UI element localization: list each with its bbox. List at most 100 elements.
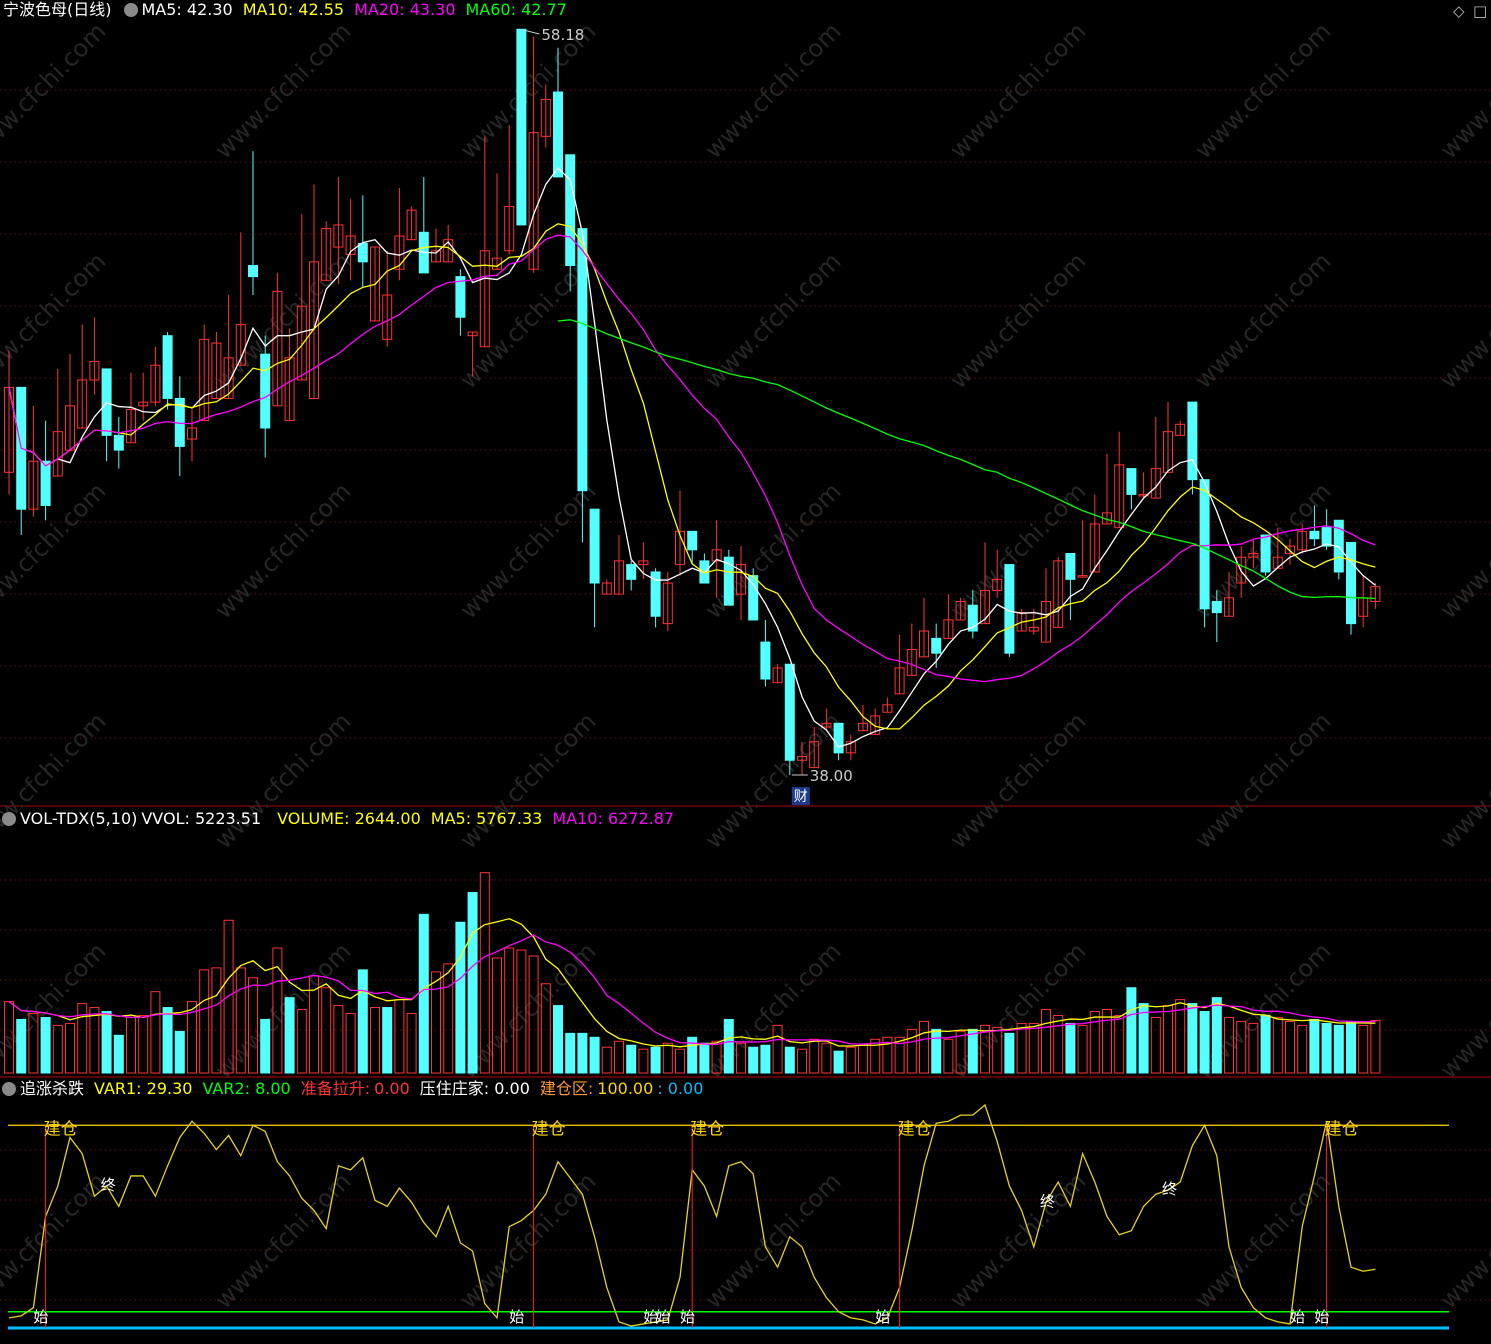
var2-label: VAR2: 8.00 (202, 1079, 291, 1098)
volume-bar (650, 1046, 661, 1074)
volume-bar (821, 1042, 832, 1074)
watermark: www.cfchi.com (209, 477, 356, 624)
volume-bar (553, 1005, 563, 1074)
ma5-label: MA5: 42.30 (141, 0, 233, 19)
watermark: www.cfchi.com (1189, 247, 1336, 394)
watermark: www.cfchi.com (1434, 247, 1491, 394)
volume-bar (723, 1018, 734, 1074)
candle-body (565, 154, 576, 267)
volume-bar (1163, 1005, 1173, 1074)
volume-bar (1041, 1009, 1051, 1074)
stock-chart[interactable]: www.cfchi.com www.cfchi.com www.cfchi.com w… (0, 0, 1491, 1344)
volume-bar (1370, 1020, 1381, 1074)
volume-bar (833, 1050, 844, 1074)
watermark: www.cfchi.com (1189, 17, 1336, 164)
watermark: www.cfchi.com (454, 707, 601, 854)
volume-bar (760, 1044, 771, 1074)
volume-bar (638, 1048, 649, 1074)
expand-icon[interactable] (2, 1082, 16, 1096)
expand-icon[interactable] (2, 812, 16, 826)
volume-bar (1199, 1011, 1210, 1074)
watermark: www.cfchi.com (699, 247, 846, 394)
build-label: 建仓区: 100.00 (539, 1079, 654, 1098)
volume-bar (1187, 1003, 1198, 1074)
indicator-title[interactable]: 追涨杀跌 (20, 1079, 84, 1098)
candle-body (760, 641, 771, 680)
volume-bar (675, 1048, 685, 1074)
start-signal-label: 始 (33, 1308, 48, 1326)
watermark: www.cfchi.com (1434, 707, 1491, 854)
volume-bar (16, 1018, 27, 1074)
end-signal-label: 终 (1162, 1180, 1177, 1198)
watermark: www.cfchi.com (1434, 937, 1491, 1084)
candle-body (1199, 479, 1210, 610)
volume-bar (1102, 1009, 1112, 1074)
volume-bar (113, 1034, 124, 1074)
candle-body (931, 637, 942, 654)
candle-body (1065, 552, 1076, 580)
volume-bar (89, 1007, 100, 1074)
high-price-label: 58.18 (541, 26, 584, 44)
watermark: www.cfchi.com (0, 1167, 111, 1314)
build-signal-label: 建仓 (532, 1119, 566, 1139)
volume-bar (321, 987, 332, 1074)
restore-icon[interactable]: ◇ (1453, 2, 1465, 20)
candle-body (784, 663, 795, 761)
volume-bar (797, 1048, 807, 1074)
main-header: 宁波色母(日线) MA5: 42.30 MA10: 42.55 MA20: 43.30… (0, 0, 577, 20)
ma20-line (8, 234, 1376, 683)
volume-bar (748, 1046, 759, 1074)
volume-bar (345, 1013, 356, 1074)
volume-bar (1053, 1014, 1064, 1074)
ma20-label: MA20: 43.30 (354, 0, 456, 19)
volume-bar (40, 1016, 51, 1074)
volume-bar (1065, 1022, 1076, 1074)
volume-bar (809, 1038, 820, 1074)
volume-bar (601, 1046, 612, 1074)
volume-bar (1260, 1014, 1271, 1074)
candle-body (40, 460, 51, 507)
volume-bar (919, 1020, 929, 1074)
watermark: www.cfchi.com (1434, 1167, 1491, 1314)
volume-bar (467, 892, 478, 1074)
volume-bar (260, 1018, 271, 1074)
volume-bar (845, 1046, 856, 1074)
watermark: www.cfchi.com (944, 247, 1091, 394)
start-signal-label: 始 (1290, 1308, 1305, 1326)
more-icon[interactable]: □ (1473, 2, 1487, 20)
candle-body (1309, 530, 1320, 540)
watermark: www.cfchi.com (944, 477, 1091, 624)
volume-bar (662, 1042, 673, 1074)
vvol-label: VVOL: 5223.51 (141, 809, 262, 828)
volume-bar (101, 1011, 112, 1074)
watermark: www.cfchi.com (1189, 707, 1336, 854)
volume-bar (1077, 1024, 1088, 1074)
volume-bar (626, 1044, 637, 1074)
volume-bar (1138, 1003, 1149, 1074)
watermark: www.cfchi.com (1434, 477, 1491, 624)
volume-ma5-line (8, 918, 1376, 1048)
watermark: www.cfchi.com (944, 17, 1091, 164)
volume-bar (967, 1028, 978, 1074)
candle-body (553, 91, 563, 178)
volume-bar (784, 1046, 795, 1074)
build-signal-label: 建仓 (898, 1119, 932, 1139)
vol-ma5-label: MA5: 5767.33 (430, 809, 543, 828)
end-signal-label: 终 (101, 1176, 116, 1194)
ma5-line (8, 167, 1376, 748)
watermark: www.cfchi.com (209, 937, 356, 1084)
volume-bar (614, 1040, 624, 1074)
candle-body (248, 265, 258, 278)
volume-bar (1358, 1024, 1369, 1074)
vol-title[interactable]: VOL-TDX(5,10) (20, 809, 137, 828)
expand-icon[interactable] (123, 3, 138, 17)
volume-ma10-line (8, 934, 1376, 1046)
stock-title[interactable]: 宁波色母(日线) (3, 0, 112, 19)
candle-body (626, 564, 637, 580)
volume-bar (1089, 1011, 1100, 1074)
volume-bar (1004, 1032, 1015, 1074)
volume-bar (65, 1022, 75, 1074)
candle-body (577, 228, 588, 492)
var1-label: VAR1: 29.30 (94, 1079, 193, 1098)
volume-bar (138, 1014, 149, 1074)
